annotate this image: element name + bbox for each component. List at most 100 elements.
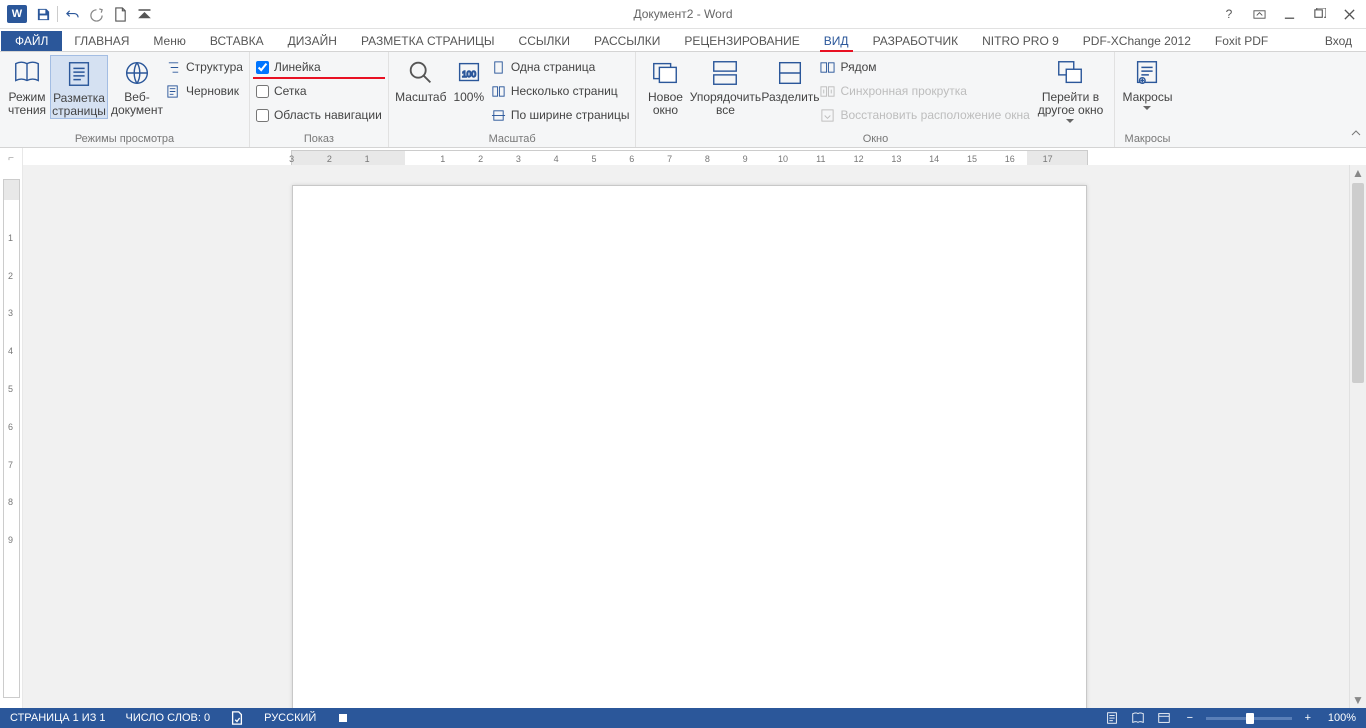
redo-button[interactable] [84, 2, 108, 26]
zoom-slider[interactable] [1206, 717, 1292, 720]
page[interactable] [292, 185, 1087, 708]
print-layout-view-button[interactable] [1102, 708, 1122, 728]
macros-icon [1131, 57, 1163, 89]
tab-review[interactable]: РЕЦЕНЗИРОВАНИЕ [672, 31, 811, 51]
document-canvas[interactable] [23, 165, 1349, 708]
tab-insert[interactable]: ВСТАВКА [198, 31, 276, 51]
zoom-100-button[interactable]: 100 100% [449, 55, 489, 104]
group-window: Новое окно Упорядочить все Разделить Ряд… [636, 52, 1115, 147]
print-layout-button[interactable]: Разметка страницы [50, 55, 108, 119]
group-label: Режимы просмотра [6, 133, 243, 147]
view-side-by-side-button[interactable]: Рядом [820, 57, 1030, 77]
tab-references[interactable]: ССЫЛКИ [507, 31, 582, 51]
chevron-down-icon [1143, 106, 1151, 110]
web-layout-button[interactable]: Веб-документ [110, 55, 164, 117]
gridlines-checkbox[interactable]: Сетка [256, 81, 382, 101]
zoom-out-button[interactable]: − [1180, 708, 1200, 728]
read-mode-button[interactable]: Режим чтения [6, 55, 48, 117]
page-number-status[interactable]: СТРАНИЦА 1 ИЗ 1 [0, 708, 116, 728]
navigation-pane-checkbox[interactable]: Область навигации [256, 105, 382, 125]
ribbon-tabs: ФАЙЛ ГЛАВНАЯ Меню ВСТАВКА ДИЗАЙН РАЗМЕТК… [0, 29, 1366, 52]
status-bar: СТРАНИЦА 1 ИЗ 1 ЧИСЛО СЛОВ: 0 РУССКИЙ − … [0, 708, 1366, 728]
multiple-pages-button[interactable]: Несколько страниц [491, 81, 630, 101]
sign-in-button[interactable]: Вход [1319, 31, 1358, 51]
spellcheck-status[interactable] [220, 708, 254, 728]
group-label: Масштаб [395, 133, 630, 147]
window-controls: ? [1214, 1, 1364, 27]
vertical-ruler[interactable]: 123456789 [0, 165, 23, 708]
macros-button[interactable]: Макросы [1121, 55, 1173, 110]
switch-windows-icon [1054, 57, 1086, 89]
separator [57, 6, 58, 22]
arrange-all-button[interactable]: Упорядочить все [690, 55, 760, 117]
new-window-button[interactable]: Новое окно [642, 55, 688, 117]
draft-view-button[interactable]: Черновик [166, 81, 243, 101]
web-layout-view-button[interactable] [1154, 708, 1174, 728]
zoom-button[interactable]: Масштаб [395, 55, 447, 104]
word-count-status[interactable]: ЧИСЛО СЛОВ: 0 [116, 708, 221, 728]
label: Перейти в другое окно [1032, 91, 1108, 117]
split-icon [774, 57, 806, 89]
label: Масштаб [395, 91, 446, 104]
group-label: Показ [256, 133, 382, 147]
tab-file[interactable]: ФАЙЛ [1, 31, 62, 51]
group-label: Окно [642, 133, 1108, 147]
tab-menu[interactable]: Меню [141, 31, 197, 51]
reset-window-button: Восстановить расположение окна [820, 105, 1030, 125]
help-button[interactable]: ? [1214, 1, 1244, 27]
vertical-scrollbar[interactable]: ▲ ▼ [1349, 165, 1366, 708]
tab-nitro[interactable]: NITRO PRO 9 [970, 31, 1071, 51]
tab-design[interactable]: ДИЗАЙН [276, 31, 349, 51]
group-show: Линейка Сетка Область навигации Показ [250, 52, 389, 147]
zoom-slider-thumb[interactable] [1246, 713, 1254, 724]
tab-developer[interactable]: РАЗРАБОТЧИК [861, 31, 971, 51]
group-zoom: Масштаб 100 100% Одна страница Несколько… [389, 52, 637, 147]
undo-button[interactable] [60, 2, 84, 26]
document-area: 123456789 ▲ ▼ [0, 165, 1366, 708]
scroll-thumb[interactable] [1352, 183, 1364, 383]
read-mode-view-button[interactable] [1128, 708, 1148, 728]
minimize-button[interactable] [1274, 1, 1304, 27]
zoom-in-button[interactable]: + [1298, 708, 1318, 728]
window-title: Документ2 - Word [0, 7, 1366, 21]
print-layout-icon [63, 58, 95, 90]
macro-record-status[interactable] [326, 708, 360, 728]
tab-mailings[interactable]: РАССЫЛКИ [582, 31, 672, 51]
ribbon: Режим чтения Разметка страницы Веб-докум… [0, 52, 1366, 148]
qat-customize-button[interactable] [132, 2, 156, 26]
ruler-checkbox[interactable]: Линейка [256, 57, 382, 77]
word-logo-icon: W [7, 5, 27, 23]
zoom-level-status[interactable]: 100% [1324, 708, 1360, 728]
collapse-ribbon-button[interactable] [1350, 128, 1362, 143]
switch-windows-button[interactable]: Перейти в другое окно [1032, 55, 1108, 123]
chevron-down-icon [1066, 119, 1074, 123]
tab-page-layout[interactable]: РАЗМЕТКА СТРАНИЦЫ [349, 31, 507, 51]
one-page-button[interactable]: Одна страница [491, 57, 630, 77]
outline-view-button[interactable]: Структура [166, 57, 243, 77]
arrange-all-icon [709, 57, 741, 89]
tab-foxit[interactable]: Foxit PDF [1203, 31, 1280, 51]
tab-home[interactable]: ГЛАВНАЯ [62, 31, 141, 51]
save-button[interactable] [31, 2, 55, 26]
tab-view[interactable]: ВИД [812, 31, 861, 51]
page-width-button[interactable]: По ширине страницы [491, 105, 630, 125]
new-doc-button[interactable] [108, 2, 132, 26]
scroll-up-button[interactable]: ▲ [1350, 165, 1366, 181]
label: 100% [453, 91, 484, 104]
new-window-icon [649, 57, 681, 89]
group-label: Макросы [1121, 133, 1173, 147]
read-mode-icon [11, 57, 43, 89]
maximize-button[interactable] [1304, 1, 1334, 27]
quick-access-toolbar: W [0, 2, 156, 26]
group-document-views: Режим чтения Разметка страницы Веб-докум… [0, 52, 250, 147]
split-button[interactable]: Разделить [762, 55, 818, 104]
ribbon-display-button[interactable] [1244, 1, 1274, 27]
group-macros: Макросы Макросы [1115, 52, 1179, 147]
scroll-down-button[interactable]: ▼ [1350, 692, 1366, 708]
label: Упорядочить все [690, 91, 761, 117]
zoom-100-icon: 100 [453, 57, 485, 89]
tab-pdfxchange[interactable]: PDF-XChange 2012 [1071, 31, 1203, 51]
label: Разметка страницы [51, 92, 107, 118]
close-button[interactable] [1334, 1, 1364, 27]
language-status[interactable]: РУССКИЙ [254, 708, 326, 728]
